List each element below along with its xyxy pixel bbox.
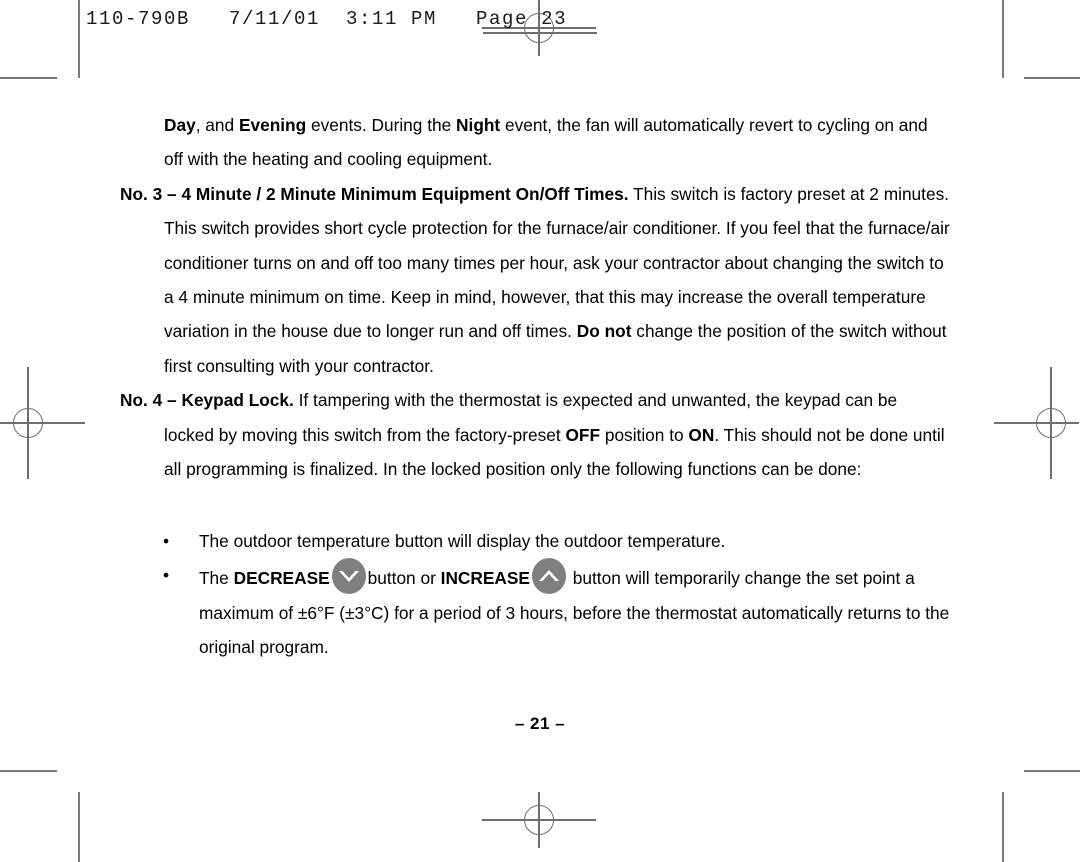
term-evening: Evening <box>238 115 307 135</box>
trim-mark-top-right-horizontal <box>1024 77 1080 79</box>
bullet-2-run-3: button or <box>367 568 441 589</box>
locked-functions-list: • The outdoor temperature button will di… <box>163 524 953 665</box>
paragraph-2-run-1: This switch is factory preset at 2 minut… <box>164 183 950 342</box>
list-item: • The DECREASE button or INCREASE button … <box>163 558 953 664</box>
trim-mark-bottom-left-horizontal <box>0 770 57 772</box>
switch-position-on: ON <box>688 424 715 445</box>
paragraph-1-run-4: events. During the <box>306 115 457 135</box>
list-item: • The outdoor temperature button will di… <box>163 524 953 558</box>
trim-mark-bottom-left-vertical <box>78 792 80 862</box>
paragraph-no-4-keypad-lock: No. 4 – Keypad Lock. If tampering with t… <box>120 383 950 486</box>
paragraph-3-run-3: position to <box>600 424 689 445</box>
term-night: Night <box>456 115 501 135</box>
bullet-marker: • <box>163 531 170 551</box>
switch-position-off: OFF <box>565 424 601 445</box>
trim-mark-bottom-right-vertical <box>1002 792 1004 862</box>
term-decrease: DECREASE <box>233 568 330 589</box>
trim-mark-top-left-vertical <box>78 0 80 78</box>
body-copy: Day, and Evening events. During the Nigh… <box>120 108 950 486</box>
heading-no-3: No. 3 – 4 Minute / 2 Minute Minimum Equi… <box>120 183 629 204</box>
list-item-text: The outdoor temperature button will disp… <box>199 531 726 551</box>
heading-no-4: No. 4 – Keypad Lock. <box>120 390 294 411</box>
bullet-2-run-1: The <box>199 568 234 589</box>
decrease-arrow-button-icon <box>331 558 366 595</box>
paragraph-1-run-2: , and <box>195 115 239 135</box>
trim-mark-top-left-horizontal <box>0 77 57 79</box>
paragraph-day-evening-night: Day, and Evening events. During the Nigh… <box>120 108 950 177</box>
term-increase: INCREASE <box>440 568 530 589</box>
trim-mark-top-right-vertical <box>1002 0 1004 78</box>
bullet-marker: • <box>163 565 170 586</box>
emphasis-do-not: Do not <box>576 321 632 342</box>
increase-arrow-button-icon <box>531 558 566 595</box>
document-page: 110-790B 7/11/01 3:11 PM Page 23 Day, an… <box>0 0 1080 862</box>
trim-mark-bottom-right-horizontal <box>1024 770 1080 772</box>
term-day: Day <box>164 115 196 135</box>
paragraph-no-3-minimum-equipment-times: No. 3 – 4 Minute / 2 Minute Minimum Equi… <box>120 177 950 383</box>
page-folio: – 21 – <box>514 714 566 733</box>
scan-header-text: 110-790B 7/11/01 3:11 PM Page 23 <box>86 8 568 30</box>
scan-header-rule <box>483 32 597 34</box>
